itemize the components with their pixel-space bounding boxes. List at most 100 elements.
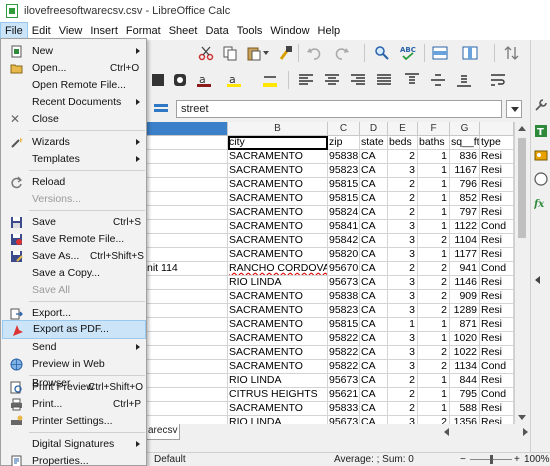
cell-f[interactable]: 1: [418, 248, 450, 262]
cell-h[interactable]: Resi: [480, 290, 514, 304]
cell-b[interactable]: SACRAMENTO: [228, 332, 328, 346]
cell-a[interactable]: [146, 234, 228, 248]
cell-a[interactable]: [146, 220, 228, 234]
cell-g[interactable]: 844: [450, 374, 480, 388]
formula-expand-button[interactable]: [506, 100, 522, 118]
cell-g[interactable]: 909: [450, 290, 480, 304]
cell-b[interactable]: SACRAMENTO: [228, 346, 328, 360]
cell-c[interactable]: zip: [328, 136, 360, 150]
cell-h[interactable]: Cond: [480, 220, 514, 234]
cell-d[interactable]: CA: [360, 262, 388, 276]
cell-f[interactable]: 2: [418, 234, 450, 248]
cell-b[interactable]: RIO LINDA: [228, 374, 328, 388]
cell-g[interactable]: 871: [450, 318, 480, 332]
align-right-icon[interactable]: [350, 72, 366, 88]
cell-a[interactable]: [146, 192, 228, 206]
italic-icon[interactable]: [172, 72, 188, 88]
menu-item-close[interactable]: ✕ Close: [2, 110, 146, 129]
spreadsheet-grid[interactable]: B C D E F G city zip state beds baths sq__ft t…: [146, 122, 514, 424]
zoom-in-icon[interactable]: +: [514, 453, 520, 466]
cell-g[interactable]: 1022: [450, 346, 480, 360]
cell-b[interactable]: SACRAMENTO: [228, 150, 328, 164]
redo-icon[interactable]: [334, 45, 350, 61]
cell-g[interactable]: 852: [450, 192, 480, 206]
highlight-color-icon[interactable]: a: [226, 72, 242, 88]
cell-g[interactable]: 1146: [450, 276, 480, 290]
cell-a[interactable]: [146, 150, 228, 164]
cell-f[interactable]: 2: [418, 290, 450, 304]
menu-sheet[interactable]: Sheet: [165, 22, 202, 40]
cell-b[interactable]: SACRAMENTO: [228, 360, 328, 374]
cell-d[interactable]: CA: [360, 416, 388, 424]
formula-equals-icon[interactable]: [154, 101, 168, 115]
cell-f[interactable]: 1: [418, 164, 450, 178]
cell-h[interactable]: Resi: [480, 206, 514, 220]
cell-g[interactable]: 1289: [450, 304, 480, 318]
cell-a[interactable]: [146, 304, 228, 318]
column-header-d[interactable]: D: [360, 122, 388, 136]
cell-b[interactable]: SACRAMENTO: [228, 318, 328, 332]
column-icon[interactable]: [462, 45, 478, 61]
menu-data[interactable]: Data: [201, 22, 232, 40]
cell-c[interactable]: 95815: [328, 192, 360, 206]
cell-a[interactable]: [146, 360, 228, 374]
cell-e[interactable]: 2: [388, 402, 418, 416]
cell-g[interactable]: 1020: [450, 332, 480, 346]
cell-c[interactable]: 95820: [328, 248, 360, 262]
zoom-slider[interactable]: [470, 455, 512, 464]
cell-h[interactable]: Cond: [480, 262, 514, 276]
cell-a[interactable]: [146, 332, 228, 346]
cell-g[interactable]: 1134: [450, 360, 480, 374]
cell-a[interactable]: [146, 206, 228, 220]
cell-e[interactable]: 2: [388, 206, 418, 220]
column-header-g[interactable]: G: [450, 122, 480, 136]
cell-g[interactable]: 1104: [450, 234, 480, 248]
cell-d[interactable]: CA: [360, 178, 388, 192]
cell-e[interactable]: 2: [388, 388, 418, 402]
align-left-icon[interactable]: [298, 72, 314, 88]
scroll-left-icon[interactable]: [444, 428, 449, 436]
cell-c[interactable]: 95842: [328, 234, 360, 248]
navigator-icon[interactable]: [534, 172, 548, 186]
cell-f[interactable]: 1: [418, 220, 450, 234]
cell-c[interactable]: 95822: [328, 360, 360, 374]
sidebar-collapse-icon[interactable]: [535, 276, 540, 284]
cell-d[interactable]: CA: [360, 234, 388, 248]
column-header-b[interactable]: B: [228, 122, 328, 136]
column-header-e[interactable]: E: [388, 122, 418, 136]
cell-h[interactable]: Resi: [480, 346, 514, 360]
cell-f[interactable]: 1: [418, 150, 450, 164]
cell-a[interactable]: [146, 388, 228, 402]
cell-b[interactable]: SACRAMENTO: [228, 248, 328, 262]
page-style[interactable]: Default: [154, 453, 186, 466]
cell-d[interactable]: CA: [360, 304, 388, 318]
cell-c[interactable]: 95838: [328, 290, 360, 304]
cell-d[interactable]: CA: [360, 332, 388, 346]
sort-icon[interactable]: [504, 45, 520, 61]
cell-d[interactable]: CA: [360, 150, 388, 164]
align-center-icon[interactable]: [324, 72, 340, 88]
cell-e[interactable]: 2: [388, 262, 418, 276]
menu-tools[interactable]: Tools: [233, 22, 267, 40]
cell-a[interactable]: [146, 276, 228, 290]
cell-f[interactable]: 1: [418, 374, 450, 388]
cell-g[interactable]: 795: [450, 388, 480, 402]
cell-h[interactable]: Resi: [480, 416, 514, 424]
zoom-out-icon[interactable]: −: [460, 453, 466, 466]
scroll-thumb[interactable]: [518, 138, 526, 238]
sheet-tab[interactable]: arecsv: [146, 424, 180, 440]
menu-item-templates[interactable]: Templates: [2, 150, 146, 169]
cell-b[interactable]: SACRAMENTO: [228, 290, 328, 304]
cut-icon[interactable]: [198, 45, 214, 61]
cell-d[interactable]: CA: [360, 220, 388, 234]
cell-e[interactable]: 3: [388, 220, 418, 234]
cell-f[interactable]: 1: [418, 192, 450, 206]
cell-b[interactable]: SACRAMENTO: [228, 304, 328, 318]
cell-e[interactable]: 3: [388, 304, 418, 318]
menu-help[interactable]: Help: [314, 22, 345, 40]
cell-h[interactable]: Resi: [480, 178, 514, 192]
cell-b[interactable]: RIO LINDA: [228, 416, 328, 424]
cell-d[interactable]: CA: [360, 318, 388, 332]
cell-e[interactable]: 3: [388, 332, 418, 346]
cell-b[interactable]: RIO LINDA: [228, 276, 328, 290]
